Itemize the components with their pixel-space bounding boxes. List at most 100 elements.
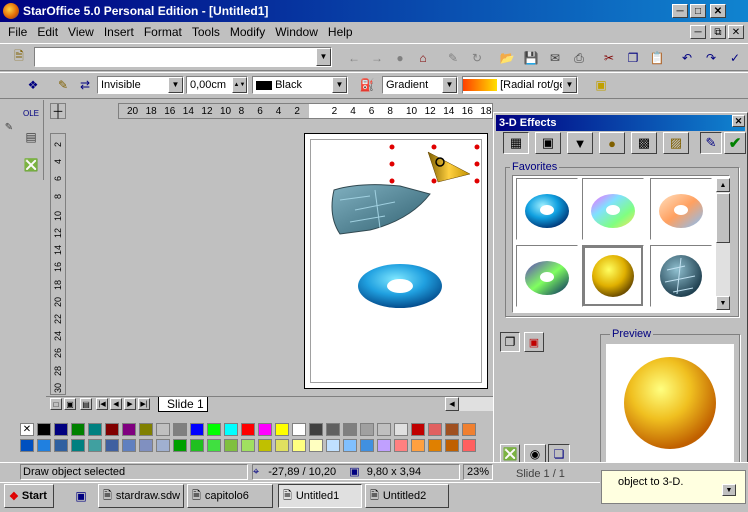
forward-icon[interactable]: → — [368, 49, 386, 67]
color-swatch[interactable] — [156, 423, 170, 436]
color-swatch[interactable] — [54, 439, 68, 452]
save-icon[interactable]: 💾 — [522, 49, 540, 67]
menu-help[interactable]: Help — [328, 25, 353, 39]
handle-mr[interactable] — [474, 161, 480, 167]
home-icon[interactable]: ⌂ — [414, 49, 432, 67]
color-swatch[interactable] — [462, 439, 476, 452]
color-swatch[interactable] — [445, 423, 459, 436]
color-swatch[interactable] — [156, 439, 170, 452]
stone-shape[interactable] — [331, 184, 431, 235]
color-swatch[interactable] — [377, 423, 391, 436]
pick-icon[interactable]: ✎ — [700, 132, 722, 154]
handle-tr[interactable] — [474, 144, 480, 150]
color-swatch[interactable] — [20, 439, 34, 452]
task-untitled2[interactable]: 🗎 Untitled2 — [365, 484, 449, 508]
favorite-rainbow-torus[interactable] — [582, 178, 644, 240]
color-swatch[interactable] — [173, 439, 187, 452]
color-swatch[interactable] — [207, 439, 221, 452]
new-document-icon[interactable]: 🗎 — [10, 48, 28, 66]
reload-icon[interactable]: ↻ — [468, 49, 486, 67]
color-swatch[interactable] — [105, 439, 119, 452]
color-swatch[interactable] — [292, 423, 306, 436]
color-swatch[interactable] — [309, 439, 323, 452]
favorites-scroll-down[interactable]: ▼ — [716, 296, 730, 310]
menu-file[interactable]: File — [8, 25, 27, 39]
shading-flat-icon[interactable]: ❎ — [500, 444, 520, 464]
color-swatch[interactable] — [190, 439, 204, 452]
color-swatch[interactable] — [309, 423, 323, 436]
menu-tools[interactable]: Tools — [192, 25, 220, 39]
favorite-purple-torus[interactable] — [516, 245, 578, 307]
edit-icon[interactable]: ✉ — [546, 49, 564, 67]
url-field[interactable]: ▼ — [34, 47, 332, 67]
color-swatch[interactable] — [377, 439, 391, 452]
color-swatch[interactable] — [258, 439, 272, 452]
undo-icon[interactable]: ↶ — [678, 49, 696, 67]
line-icon[interactable]: ✎ — [54, 76, 72, 94]
ole-object-icon[interactable]: OLE — [22, 104, 40, 122]
ruler-corner[interactable]: ┼ — [50, 103, 66, 119]
prev-slide-button[interactable]: ◀ — [110, 398, 122, 410]
material-tab-icon[interactable]: ▨ — [663, 132, 689, 154]
print-icon[interactable]: ⎙ — [570, 49, 588, 67]
menu-modify[interactable]: Modify — [230, 25, 265, 39]
color-swatch[interactable] — [207, 423, 221, 436]
color-swatch[interactable] — [411, 439, 425, 452]
color-swatch[interactable] — [360, 423, 374, 436]
paste-icon[interactable]: 📋 — [648, 49, 666, 67]
line-width-field[interactable]: 0,00cm ▲▼ — [186, 76, 248, 94]
color-swatch[interactable] — [241, 423, 255, 436]
scroll-left-button[interactable]: ◀ — [445, 397, 459, 411]
open-icon[interactable]: 📂 — [498, 49, 516, 67]
slide-tab[interactable]: Slide 1 — [158, 397, 208, 412]
task-capitolo6[interactable]: 🗎 capitolo6 — [187, 484, 273, 508]
task-stardraw[interactable]: 🗎 stardraw.sdw — [98, 484, 184, 508]
color-swatch[interactable] — [292, 439, 306, 452]
handle-ml[interactable] — [389, 161, 395, 167]
color-swatch[interactable] — [173, 423, 187, 436]
color-swatch[interactable] — [122, 423, 136, 436]
handle-tl[interactable] — [389, 144, 395, 150]
menu-edit[interactable]: Edit — [37, 25, 58, 39]
stop-icon[interactable]: ● — [391, 49, 409, 67]
doc-close-button[interactable]: ✕ — [728, 25, 744, 39]
line-color-select[interactable]: Black ▼ — [252, 76, 348, 94]
color-swatch[interactable]: ✕ — [20, 423, 34, 436]
favorite-gold-sphere[interactable] — [582, 245, 644, 307]
color-swatch[interactable] — [241, 439, 255, 452]
color-swatch[interactable] — [275, 423, 289, 436]
menu-format[interactable]: Format — [144, 25, 182, 39]
points-icon[interactable]: ❖ — [24, 76, 42, 94]
color-swatch[interactable] — [71, 439, 85, 452]
menu-window[interactable]: Window — [275, 25, 318, 39]
menu-view[interactable]: View — [68, 25, 94, 39]
layer-view-icon[interactable]: ▤ — [80, 398, 92, 410]
line-style-select[interactable]: Invisible ▼ — [97, 76, 184, 94]
color-swatch[interactable] — [88, 439, 102, 452]
favorites-scroll-thumb[interactable] — [716, 193, 730, 243]
arrow-style-icon[interactable]: ⇄ — [76, 76, 94, 94]
color-swatch[interactable] — [394, 423, 408, 436]
minimize-button[interactable]: ─ — [672, 4, 688, 18]
perspective-icon[interactable]: ▣ — [524, 332, 544, 352]
start-button[interactable]: ❖ Start — [4, 484, 54, 508]
last-slide-button[interactable]: ▶| — [138, 398, 150, 410]
color-swatch[interactable] — [445, 439, 459, 452]
color-swatch[interactable] — [343, 439, 357, 452]
handle-br[interactable] — [474, 178, 480, 184]
color-swatch[interactable] — [54, 423, 68, 436]
color-swatch[interactable] — [394, 439, 408, 452]
status-zoom[interactable]: 23% — [463, 464, 493, 480]
color-swatch[interactable] — [71, 423, 85, 436]
color-swatch[interactable] — [326, 423, 340, 436]
color-swatch[interactable] — [428, 439, 442, 452]
color-swatch[interactable] — [139, 439, 153, 452]
shading-tab-icon[interactable]: ▣ — [535, 132, 561, 154]
lighting-icon[interactable]: ◉ — [524, 444, 546, 464]
handle-tc[interactable] — [431, 144, 437, 150]
favorite-blue-torus[interactable] — [516, 178, 578, 240]
color-swatch[interactable] — [343, 423, 357, 436]
geometry-tab-icon[interactable]: ▦ — [503, 132, 529, 154]
quicklaunch-icon[interactable]: ▣ — [72, 487, 90, 505]
edit-file-icon[interactable]: ✎ — [444, 49, 462, 67]
